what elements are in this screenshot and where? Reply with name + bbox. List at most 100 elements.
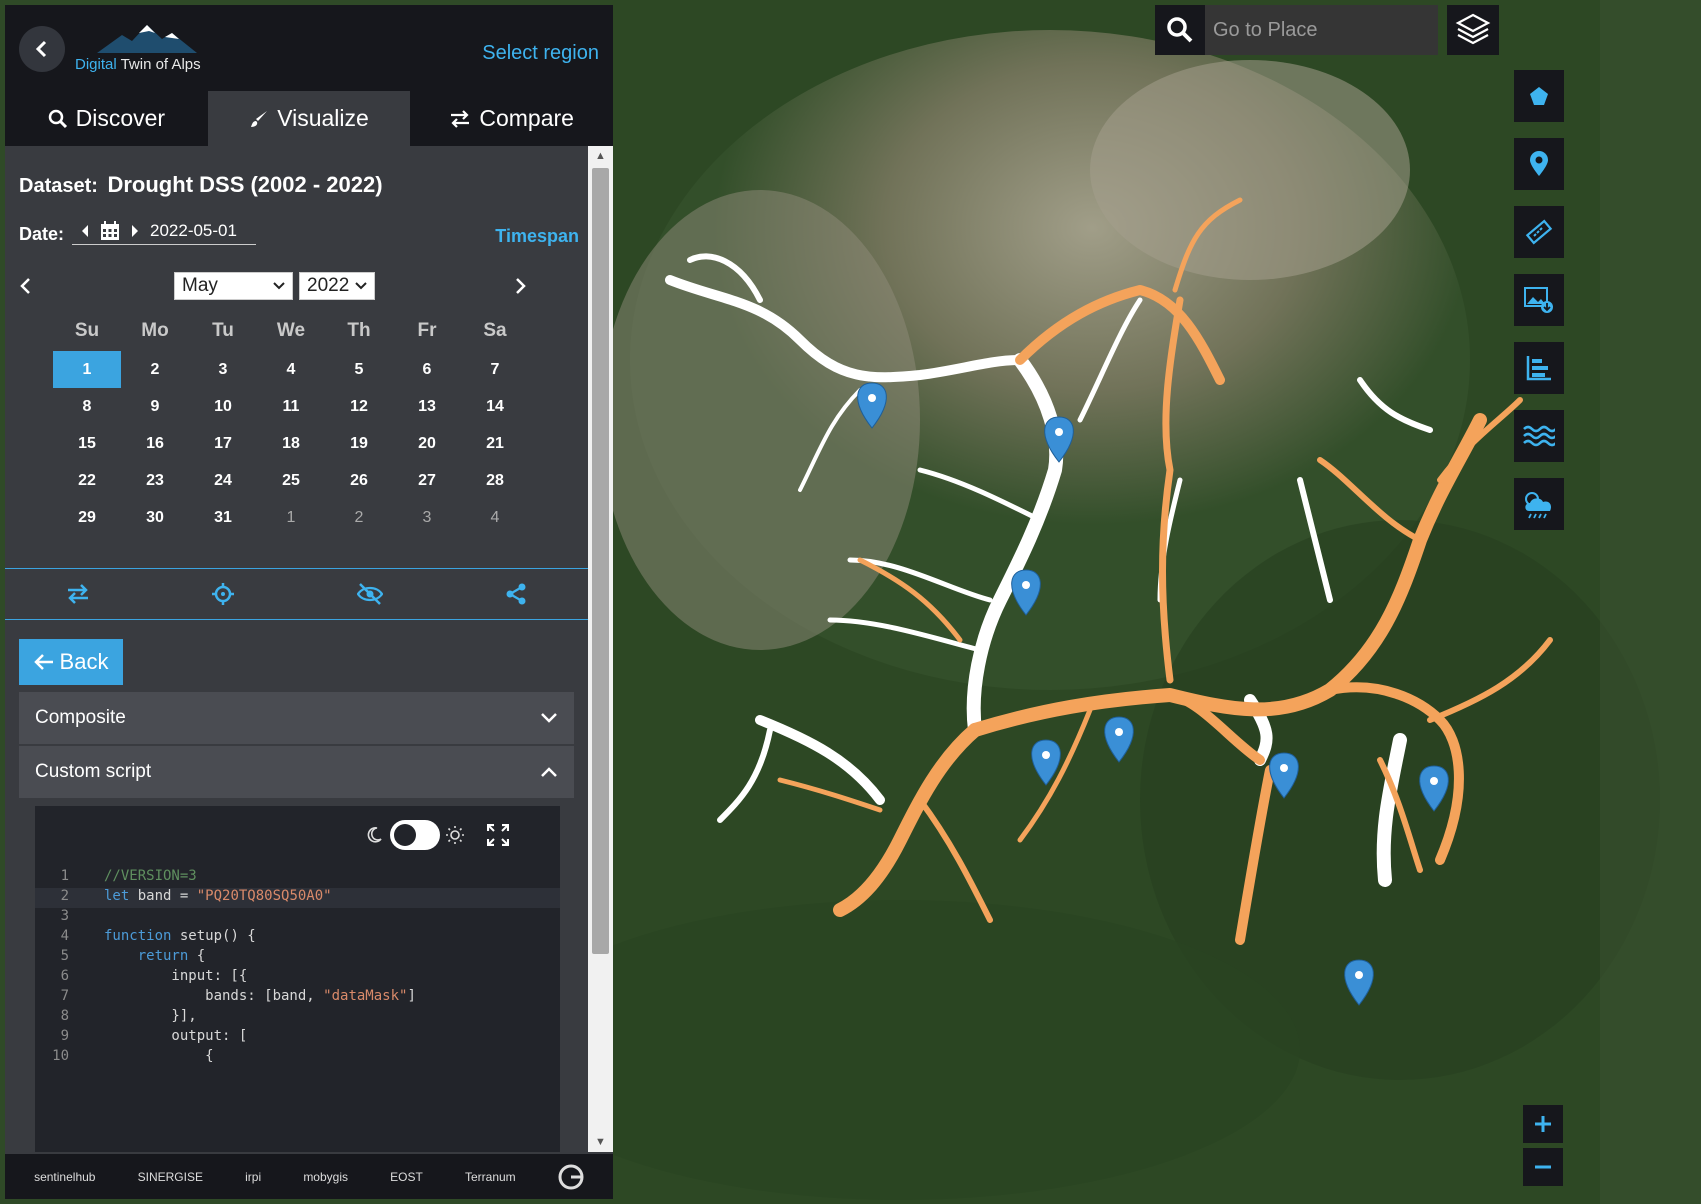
calendar-day[interactable]: 18 (257, 425, 325, 462)
date-value[interactable]: 2022-05-01 (150, 221, 237, 241)
calendar-day[interactable]: 14 (461, 388, 529, 425)
calendar-day[interactable]: 30 (121, 499, 189, 536)
scroll-up-icon[interactable]: ▲ (595, 150, 606, 162)
scroll-down-icon[interactable]: ▼ (595, 1136, 606, 1148)
crosshair-icon[interactable] (212, 583, 235, 605)
calendar-day[interactable]: 20 (393, 425, 461, 462)
zoom-in-button[interactable] (1523, 1105, 1563, 1143)
calendar-day[interactable]: 9 (121, 388, 189, 425)
code-lines[interactable]: 1 //VERSION=3 2 let band = "PQ20TQ80SQ50A0… (35, 868, 560, 1068)
line-number: 8 (60, 1008, 69, 1024)
sidebar-content[interactable]: Dataset: Drought DSS (2002 - 2022) Date:… (5, 146, 588, 1152)
calendar-day[interactable]: 23 (121, 462, 189, 499)
calendar-day[interactable]: 21 (461, 425, 529, 462)
calendar-day[interactable]: 25 (257, 462, 325, 499)
calendar-day[interactable]: 2 (121, 351, 189, 388)
composite-accordion[interactable]: Composite (19, 692, 574, 744)
calendar-day-other-month[interactable]: 1 (257, 499, 325, 536)
search-input[interactable]: Go to Place (1205, 19, 1318, 42)
month-select[interactable]: May (174, 272, 293, 300)
layer-action-bar (5, 568, 588, 620)
weekday-label: Th (347, 320, 371, 341)
custom-script-accordion[interactable]: Custom script (19, 746, 574, 798)
weather-layer-button[interactable] (1514, 478, 1564, 530)
calendar-day[interactable]: 10 (189, 388, 257, 425)
calendar-day[interactable]: 17 (189, 425, 257, 462)
calendar-day[interactable]: 5 (325, 351, 393, 388)
calendar-day[interactable]: 11 (257, 388, 325, 425)
terranum-logo[interactable]: Terranum (465, 1170, 516, 1184)
eye-slash-icon[interactable] (356, 583, 383, 605)
calendar-day-other-month[interactable]: 4 (461, 499, 529, 536)
prev-month-icon[interactable] (19, 277, 33, 295)
sentinelhub-logo[interactable]: sentinelhub (34, 1170, 95, 1184)
tab-visualize-label: Visualize (277, 105, 369, 131)
tab-visualize[interactable]: Visualize (207, 91, 411, 146)
select-region-link[interactable]: Select region (482, 42, 599, 65)
calendar-day[interactable]: 4 (257, 351, 325, 388)
code-line: 6 input: [{ (35, 968, 560, 988)
eost-logo[interactable]: EOST (390, 1170, 423, 1184)
mobygis-logo[interactable]: mobygis (303, 1170, 348, 1184)
calendar-icon[interactable] (100, 221, 120, 241)
calendar-day[interactable]: 3 (189, 351, 257, 388)
search-icon (1167, 17, 1193, 43)
calendar-day[interactable]: 15 (53, 425, 121, 462)
code-text: }], (104, 1008, 197, 1024)
search-button[interactable] (1155, 5, 1205, 55)
pentagon-icon (1530, 87, 1548, 105)
calendar-day[interactable]: 28 (461, 462, 529, 499)
calendar-day[interactable]: 26 (325, 462, 393, 499)
weekday-label: Tu (212, 320, 234, 341)
code-editor[interactable]: 1 //VERSION=3 2 let band = "PQ20TQ80SQ50A0… (35, 806, 560, 1152)
calendar-week: 15 16 17 18 19 20 21 (53, 425, 529, 462)
calendar-day[interactable]: 24 (189, 462, 257, 499)
statistics-button[interactable] (1514, 342, 1564, 394)
tab-discover-label: Discover (75, 105, 166, 131)
sinergise-logo[interactable]: SINERGISE (138, 1170, 203, 1184)
calendar-day[interactable]: 22 (53, 462, 121, 499)
calendar-day[interactable]: 7 (461, 351, 529, 388)
weekday-label: Mo (141, 320, 169, 341)
calendar-day[interactable]: 27 (393, 462, 461, 499)
timespan-link[interactable]: Timespan (495, 226, 579, 247)
partner-circle-logo-icon[interactable] (558, 1164, 584, 1190)
theme-toggle[interactable] (390, 820, 440, 850)
tab-discover[interactable]: Discover (5, 91, 208, 146)
calendar-day[interactable]: 29 (53, 499, 121, 536)
water-layer-button[interactable] (1514, 410, 1564, 462)
back-button[interactable]: Back (19, 639, 123, 685)
measure-button[interactable] (1514, 206, 1564, 258)
calendar-day-other-month[interactable]: 2 (325, 499, 393, 536)
calendar-day[interactable]: 19 (325, 425, 393, 462)
image-download-button[interactable] (1514, 274, 1564, 326)
draw-polygon-button[interactable] (1514, 70, 1564, 122)
caret-left-icon[interactable] (80, 224, 90, 238)
zoom-out-button[interactable] (1523, 1148, 1563, 1186)
tab-compare[interactable]: Compare (410, 91, 613, 146)
next-month-icon[interactable] (513, 277, 527, 295)
back-arrow-button[interactable] (19, 26, 65, 72)
go-to-place-search[interactable]: Go to Place (1155, 5, 1438, 55)
place-marker-button[interactable] (1514, 138, 1564, 190)
sidebar-scrollbar[interactable]: ▲ ▼ (588, 146, 613, 1152)
calendar-day[interactable]: 16 (121, 425, 189, 462)
compare-swap-icon[interactable] (66, 583, 90, 605)
calendar-day[interactable]: 8 (53, 388, 121, 425)
caret-right-icon[interactable] (130, 224, 140, 238)
code-line: 5 return { (35, 948, 560, 968)
year-select[interactable]: 2022 (299, 272, 375, 300)
fullscreen-icon[interactable] (487, 824, 509, 846)
calendar-day[interactable]: 12 (325, 388, 393, 425)
layers-button[interactable] (1447, 5, 1499, 55)
calendar-day-other-month[interactable]: 3 (393, 499, 461, 536)
calendar-day[interactable]: 13 (393, 388, 461, 425)
calendar-day[interactable]: 31 (189, 499, 257, 536)
scrollbar-thumb[interactable] (592, 168, 609, 954)
irpi-logo[interactable]: irpi (245, 1170, 261, 1184)
calendar-day-selected[interactable]: 1 (53, 351, 121, 388)
share-icon[interactable] (505, 583, 527, 605)
chevron-left-icon (35, 40, 47, 58)
date-picker[interactable]: 2022-05-01 (72, 218, 256, 245)
calendar-day[interactable]: 6 (393, 351, 461, 388)
